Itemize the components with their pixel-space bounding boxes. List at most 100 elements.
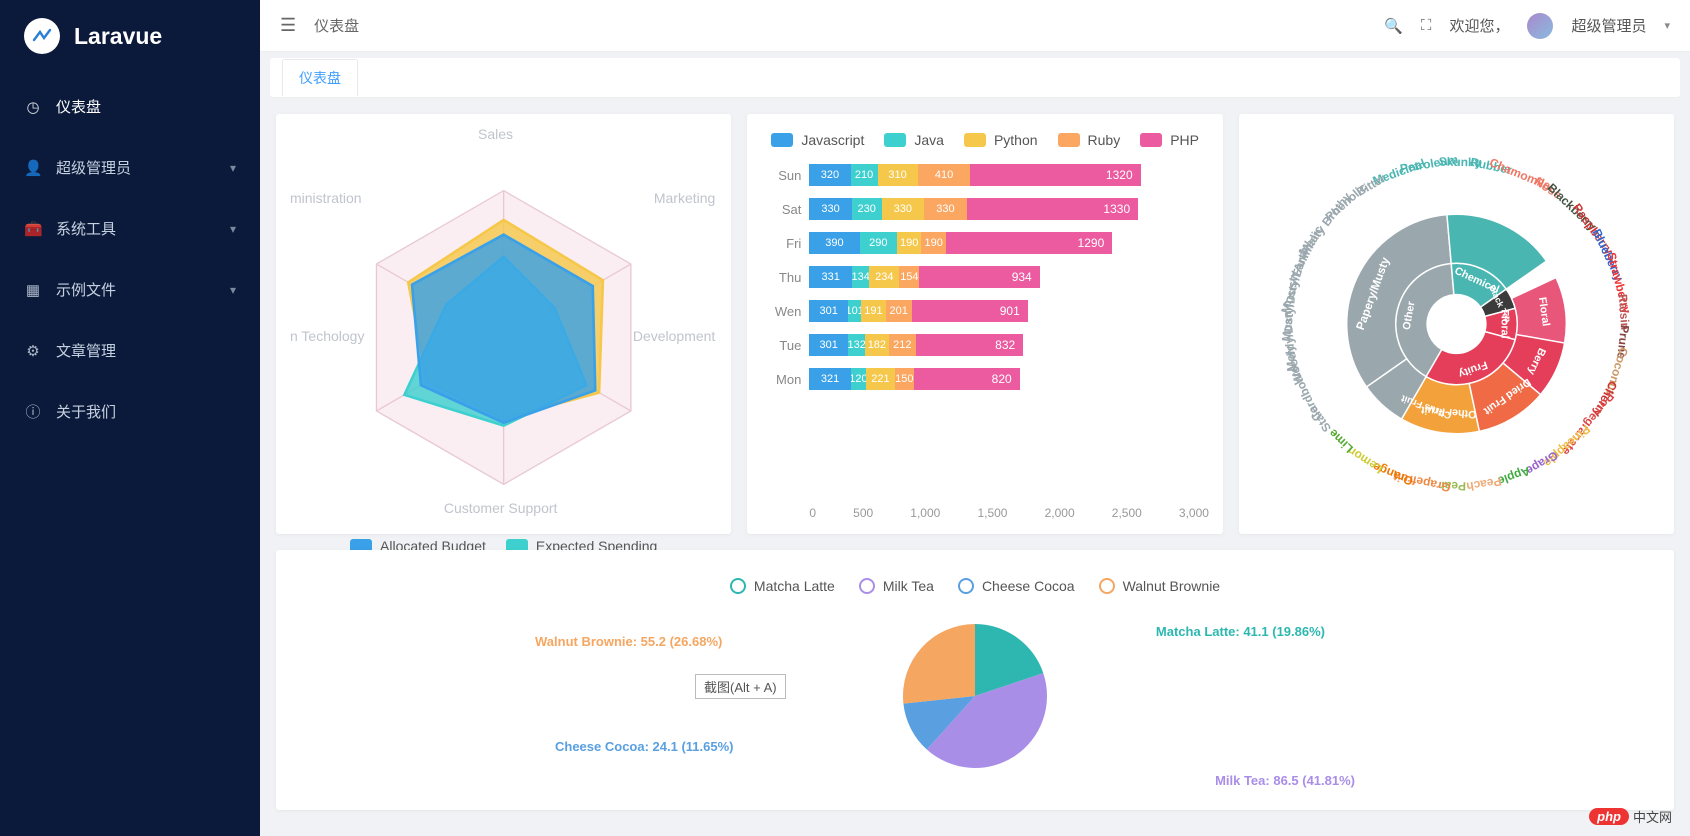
sidebar-item[interactable]: ▦ 示例文件 ▾ — [0, 259, 260, 320]
pie-legend: Matcha Latte Milk Tea Cheese Cocoa Walnu… — [730, 578, 1220, 594]
bar-segment: 390 — [809, 232, 859, 254]
bar-segment: 191 — [861, 300, 886, 322]
menu-icon: ⓘ — [24, 401, 42, 422]
sunburst-chart-card: OtherChemicalBlack TeaFloralFruityPapery… — [1239, 114, 1674, 534]
bar-category: Tue — [761, 338, 809, 353]
bar-segment: 320 — [809, 164, 850, 186]
bar-segment: 101 — [848, 300, 861, 322]
menu-icon: ▦ — [24, 281, 42, 299]
watermark-badge: php 中文网 — [1589, 807, 1672, 826]
content: Sales Marketing Development Customer Sup… — [260, 98, 1690, 826]
pie-chart-card: Matcha Latte Milk Tea Cheese Cocoa Walnu… — [276, 550, 1674, 810]
menu-icon: 👤 — [24, 159, 42, 177]
bar-segment: 234 — [869, 266, 899, 288]
bar-segment: 221 — [866, 368, 894, 390]
legend-label: Walnut Brownie — [1123, 578, 1221, 594]
sunburst-chart: OtherChemicalBlack TeaFloralFruityPapery… — [1253, 128, 1660, 520]
bar-x-axis: 05001,0001,5002,0002,5003,000 — [761, 502, 1209, 520]
radar-label: Sales — [478, 126, 513, 142]
bar-row: Tue301132182212832 — [761, 330, 1209, 360]
bar-segment: 1290 — [946, 232, 1112, 254]
bar-segment: 1320 — [970, 164, 1140, 186]
bar-segment: 1330 — [967, 198, 1138, 220]
axis-tick: 1,500 — [977, 506, 1007, 520]
screenshot-hint: 截图(Alt + A) — [695, 674, 786, 699]
search-icon[interactable]: 🔍 — [1384, 17, 1403, 35]
bar-segment: 330 — [924, 198, 967, 220]
legend-label: Milk Tea — [883, 578, 934, 594]
bar-segment: 230 — [852, 198, 882, 220]
welcome-text: 欢迎您， — [1449, 15, 1509, 36]
radar-label: Marketing — [654, 190, 715, 206]
radar-label: Customer Support — [444, 500, 558, 516]
sidebar: Laravue ◷仪表盘👤超级管理员▾🧰系统工具▾ ▦ 示例文件 ▾ ⚙文章管理 ⓘ 关于我… — [0, 0, 260, 836]
bar-category: Mon — [761, 372, 809, 387]
bar-segment: 132 — [848, 334, 865, 356]
axis-tick: 500 — [853, 506, 873, 520]
bar-category: Sat — [761, 202, 809, 217]
bar-segment: 330 — [882, 198, 925, 220]
radar-chart-card: Sales Marketing Development Customer Sup… — [276, 114, 731, 534]
menu-icon: 🧰 — [24, 220, 42, 238]
axis-tick: 2,000 — [1045, 506, 1075, 520]
bar-segment: 310 — [878, 164, 918, 186]
topbar: ☰ 仪表盘 🔍 ⛶ 欢迎您， 超级管理员 ▾ — [260, 0, 1690, 52]
sidebar-item[interactable]: ⓘ 关于我们 — [0, 381, 260, 442]
php-pill: php — [1589, 808, 1629, 825]
user-name[interactable]: 超级管理员 — [1571, 15, 1646, 36]
sidebar-item[interactable]: ⚙文章管理 — [0, 320, 260, 381]
pie-slice-label: Walnut Brownie: 55.2 (26.68%) — [535, 634, 722, 649]
chevron-down-icon: ▾ — [230, 161, 236, 175]
brand-name: Laravue — [74, 23, 162, 50]
radar-chart: Sales Marketing Development Customer Sup… — [290, 128, 717, 534]
chevron-down-icon[interactable]: ▾ — [1664, 19, 1670, 32]
menu-label: 关于我们 — [56, 401, 116, 422]
bar-segment: 901 — [912, 300, 1028, 322]
pie-svg — [890, 611, 1060, 781]
bar-segment: 190 — [921, 232, 946, 254]
bar-segment: 331 — [809, 266, 852, 288]
logo-icon — [24, 18, 60, 54]
breadcrumb: 仪表盘 — [314, 15, 359, 36]
bar-row: Thu331134234154934 — [761, 262, 1209, 292]
pie-slice-label: Milk Tea: 86.5 (41.81%) — [1215, 773, 1355, 788]
bar-category: Thu — [761, 270, 809, 285]
bar-legend: Javascript Java Python Ruby PHP — [761, 128, 1209, 160]
axis-tick: 0 — [809, 506, 816, 520]
sidebar-item[interactable]: 👤超级管理员▾ — [0, 137, 260, 198]
radar-label: n Techology — [290, 328, 364, 344]
avatar[interactable] — [1527, 13, 1553, 39]
bar-segment: 410 — [918, 164, 971, 186]
menu-label: 文章管理 — [56, 340, 116, 361]
fullscreen-icon[interactable]: ⛶ — [1421, 17, 1432, 34]
sidebar-item[interactable]: 🧰系统工具▾ — [0, 198, 260, 259]
bar-category: Sun — [761, 168, 809, 183]
chevron-down-icon: ▾ — [230, 283, 236, 297]
axis-tick: 2,500 — [1112, 506, 1142, 520]
bar-segment: 934 — [919, 266, 1039, 288]
tab-dashboard[interactable]: 仪表盘 — [282, 59, 358, 96]
hamburger-icon[interactable]: ☰ — [280, 15, 296, 36]
radar-label: Development — [633, 328, 716, 344]
bar-row: Sun3202103104101320 — [761, 160, 1209, 190]
bar-category: Fri — [761, 236, 809, 251]
bar-segment: 210 — [851, 164, 878, 186]
bar-segment: 182 — [865, 334, 888, 356]
logo-row: Laravue — [0, 0, 260, 76]
sidebar-item[interactable]: ◷仪表盘 — [0, 76, 260, 137]
bar-chart: Sun3202103104101320Sat3302303303301330Fr… — [761, 160, 1209, 502]
bar-row: Wen301101191201901 — [761, 296, 1209, 326]
bar-segment: 330 — [809, 198, 852, 220]
legend-label: PHP — [1170, 132, 1199, 148]
php-text: 中文网 — [1633, 807, 1672, 826]
bar-segment: 820 — [914, 368, 1020, 390]
bar-segment: 154 — [899, 266, 919, 288]
bar-segment: 134 — [852, 266, 869, 288]
pie-chart: Matcha Latte Milk Tea Cheese Cocoa Walnu… — [290, 564, 1660, 796]
menu-label: 示例文件 — [56, 279, 116, 300]
bar-row: Sat3302303303301330 — [761, 194, 1209, 224]
bar-row: Fri3902901901901290 — [761, 228, 1209, 258]
legend-label: Javascript — [801, 132, 864, 148]
legend-label: Cheese Cocoa — [982, 578, 1075, 594]
bar-segment: 321 — [809, 368, 850, 390]
